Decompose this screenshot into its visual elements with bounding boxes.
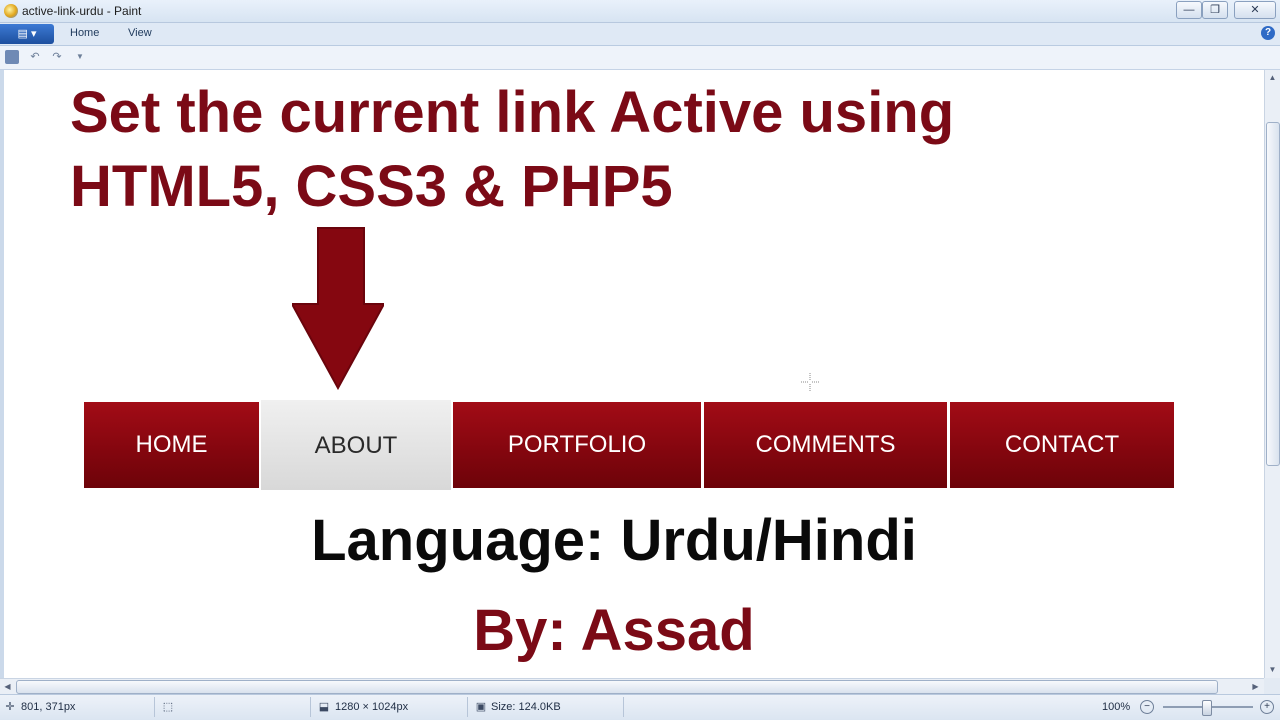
title-bar: active-link-urdu - Paint — ❐ ✕ [0,0,1280,23]
headline-line-2: HTML5, CSS3 & PHP5 [70,154,673,219]
scroll-corner [1264,678,1280,694]
zoom-level: 100% [1102,701,1131,713]
image-dimensions: 1280 × 1024px [335,701,409,713]
down-arrow-icon [292,227,384,390]
status-divider [623,697,624,717]
paint-menu-button[interactable]: ▤ ▾ [0,24,54,44]
zoom-out-icon[interactable]: − [1140,700,1154,714]
window-title: active-link-urdu - Paint [22,4,142,18]
nav-item-home: HOME [84,402,259,488]
tab-view[interactable]: View [128,27,152,39]
status-divider [154,697,155,717]
minimize-icon: — [1183,4,1195,16]
headline-line-1: Set the current link Active using [70,80,955,145]
crosshair-cursor-icon [801,373,819,391]
drawing-canvas[interactable]: Set the current link Active using HTML5,… [0,70,1264,678]
status-bar: ✛ 801, 371px ⬚ ⬓ 1280 × 1024px ▣ Size: 1… [0,694,1280,720]
nav-item-portfolio: PORTFOLIO [453,402,701,488]
tab-home[interactable]: Home [70,27,99,39]
selection-size-icon: ⬚ [162,701,174,713]
status-divider [310,697,311,717]
close-button[interactable]: ✕ [1234,1,1276,19]
language-text: Language: Urdu/Hindi [311,508,917,573]
status-divider [467,697,468,717]
scroll-down-icon[interactable]: ▼ [1265,662,1280,677]
zoom-in-icon[interactable]: + [1260,700,1274,714]
minimize-button[interactable]: — [1176,1,1202,19]
scroll-right-icon[interactable]: ▶ [1248,679,1263,694]
zoom-slider-thumb[interactable] [1202,700,1212,716]
close-icon: ✕ [1250,4,1260,16]
nav-item-contact: CONTACT [950,402,1174,488]
quick-access-toolbar: ↶ ↷ ▼ [0,46,1280,70]
image-size-icon: ⬓ [318,701,330,713]
menu-icon: ▤ ▾ [17,28,37,40]
ribbon-tab-bar: ▤ ▾ Home View ? [0,23,1280,46]
cursor-position: 801, 371px [21,701,76,713]
nav-item-about: ABOUT [261,400,451,490]
cursor-position-icon: ✛ [5,701,15,713]
disk-icon: ▣ [475,701,487,713]
scroll-up-icon[interactable]: ▲ [1265,70,1280,85]
headline: Set the current link Active using HTML5,… [70,76,954,224]
maximize-icon: ❐ [1210,4,1220,16]
horizontal-scroll-thumb[interactable] [16,680,1218,694]
vertical-scroll-thumb[interactable] [1266,122,1280,466]
nav-item-comments: COMMENTS [704,402,947,488]
maximize-button[interactable]: ❐ [1202,1,1228,19]
redo-icon[interactable]: ↷ [50,50,64,64]
undo-icon[interactable]: ↶ [28,50,42,64]
file-size: Size: 124.0KB [491,701,561,713]
author-text: By: Assad [473,598,755,663]
horizontal-scrollbar[interactable]: ◀ ▶ [0,678,1264,694]
customize-dropdown-icon[interactable]: ▼ [73,50,87,64]
scroll-left-icon[interactable]: ◀ [0,679,15,694]
nav-bar: HOME ABOUT PORTFOLIO COMMENTS CONTACT [84,400,1174,490]
save-icon[interactable] [5,50,19,64]
paint-palette-icon[interactable] [4,4,18,18]
paint-window: active-link-urdu - Paint — ❐ ✕ ▤ ▾ Home … [0,0,1280,720]
help-icon[interactable]: ? [1261,26,1275,40]
vertical-scrollbar[interactable]: ▲ ▼ [1264,70,1280,678]
